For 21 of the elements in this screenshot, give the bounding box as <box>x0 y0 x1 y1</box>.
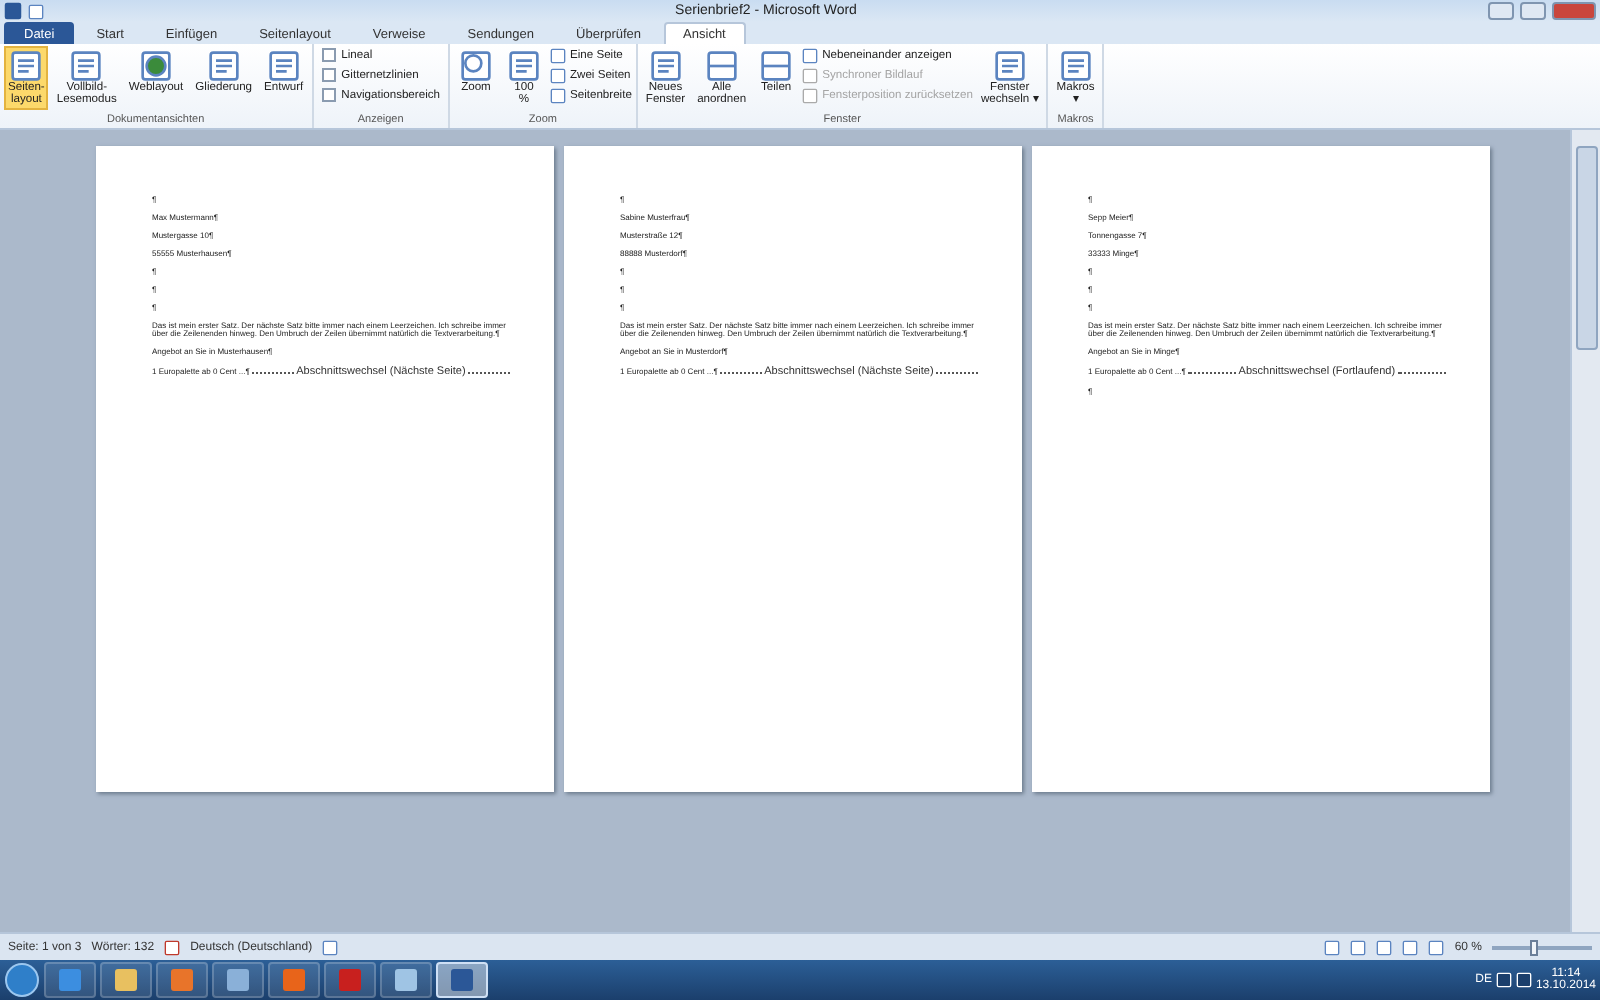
windows-icon <box>993 50 1026 82</box>
checkbox-box[interactable] <box>321 88 336 102</box>
scroll-thumb[interactable] <box>1575 146 1597 350</box>
start-button[interactable] <box>4 962 40 998</box>
vertical-scrollbar[interactable] <box>1570 130 1600 932</box>
taskbar-app-button[interactable] <box>436 962 488 998</box>
window-stack-icon <box>705 50 738 82</box>
windows-icon <box>649 50 682 82</box>
window-split-icon <box>760 50 793 82</box>
minimize-button[interactable] <box>1488 2 1514 20</box>
close-button[interactable] <box>1552 2 1596 20</box>
page-layout-icon <box>10 50 43 82</box>
page-icon <box>507 50 540 82</box>
checkbox-box[interactable] <box>321 68 336 82</box>
zoom-slider-thumb[interactable] <box>1530 939 1539 955</box>
checkbox-box[interactable] <box>321 48 336 62</box>
macro-icon <box>1059 50 1092 82</box>
reading-view-icon <box>70 50 103 82</box>
globe-icon <box>140 50 172 82</box>
magnifier-icon <box>459 50 492 82</box>
maximize-button[interactable] <box>1520 2 1546 20</box>
